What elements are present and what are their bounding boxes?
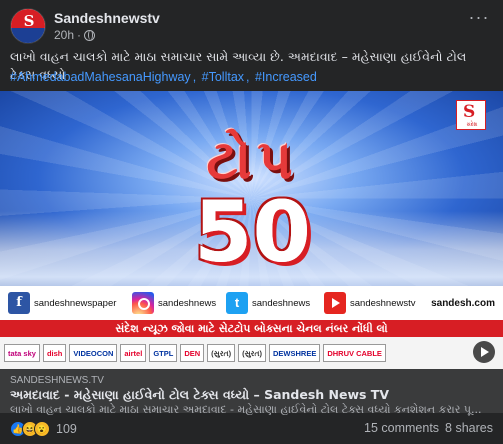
shares-count[interactable]: 8 shares	[445, 421, 493, 435]
post-meta: 20h ·	[54, 28, 160, 42]
social-twitter: t sandeshnews	[226, 292, 310, 314]
social-instagram: sandeshnews	[132, 292, 216, 314]
channel-logo: DEWSHREE	[269, 344, 321, 362]
social-youtube: sandeshnewstv	[324, 292, 415, 314]
social-facebook: f sandeshnewspaper	[8, 292, 116, 314]
play-button[interactable]	[473, 341, 495, 363]
channel-logo: (સુરત)	[207, 344, 236, 362]
thumbnail-title-top: ટોપ	[206, 128, 299, 191]
page-name[interactable]: Sandeshnewstv	[54, 10, 160, 26]
link-thumbnail[interactable]: S સંદેશ ટોપ 50 f sandeshnewspaper sandes…	[0, 91, 503, 369]
meta-separator: ·	[77, 28, 82, 42]
twitter-icon: t	[226, 292, 248, 314]
channel-logo: tata sky	[4, 344, 40, 362]
site-url: sandesh.com	[431, 298, 495, 309]
channel-logo: GTPL	[149, 344, 178, 362]
hashtags: #AhmedabadMahesanaHighway, #Tolltax, #In…	[10, 70, 317, 84]
link-description: લાખો વાહન ચાલકો માટે માઠા સમાચાર અમદાવાદ…	[10, 403, 482, 416]
channel-logo: (સુરત)	[238, 344, 266, 362]
social-bar: f sandeshnewspaper sandeshnews t sandesh…	[0, 286, 503, 320]
channel-logo: airtel	[120, 344, 147, 362]
comments-count[interactable]: 15 comments	[364, 421, 439, 435]
more-options-button[interactable]: ···	[465, 8, 493, 30]
channel-strip: tata sky dish VIDEOCON airtel GTPL DEN (…	[0, 337, 503, 369]
avatar[interactable]: S	[10, 8, 46, 44]
globe-icon	[84, 29, 96, 41]
link-title[interactable]: અમદાવાદ - મહેસાણા હાઈવેનો ટોલ ટેક્સ વધ્ય…	[10, 387, 493, 403]
channel-logo: VIDEOCON	[69, 344, 118, 362]
link-domain: SANDESHNEWS.TV	[10, 375, 104, 386]
link-preview[interactable]: SANDESHNEWS.TV અમદાવાદ - મહેસાણા હાઈવેનો…	[0, 369, 503, 416]
hashtag-link[interactable]: #AhmedabadMahesanaHighway	[10, 70, 191, 84]
post-time[interactable]: 20h	[54, 28, 74, 42]
sandesh-logo: S સંદેશ	[456, 100, 486, 130]
ticker-text: સંદેશ ન્યૂઝ જોવા માટે સેટટોપ બોક્સના ચેન…	[0, 320, 503, 337]
wow-icon: 😮	[34, 421, 50, 437]
thumbnail-title-number: 50	[194, 183, 311, 281]
engagement-counts: 15 comments 8 shares	[364, 421, 493, 435]
post-author-info: Sandeshnewstv 20h ·	[54, 10, 160, 42]
post-header: S Sandeshnewstv 20h ·	[10, 8, 160, 44]
channel-logo: DEN	[180, 344, 205, 362]
reactions-summary[interactable]: 👍 😆 😮 109	[10, 420, 77, 438]
channel-logo: dish	[42, 344, 67, 362]
facebook-post: S Sandeshnewstv 20h · ··· લાખો વાહન ચાલક…	[0, 0, 503, 444]
reaction-count: 109	[56, 422, 77, 436]
instagram-icon	[132, 292, 154, 314]
youtube-icon	[324, 292, 346, 314]
channel-logo: DHRUV CABLE	[323, 344, 386, 362]
hashtag-link[interactable]: #Increased	[255, 70, 317, 84]
facebook-icon: f	[8, 292, 30, 314]
hashtag-link[interactable]: #Tolltax	[202, 70, 244, 84]
